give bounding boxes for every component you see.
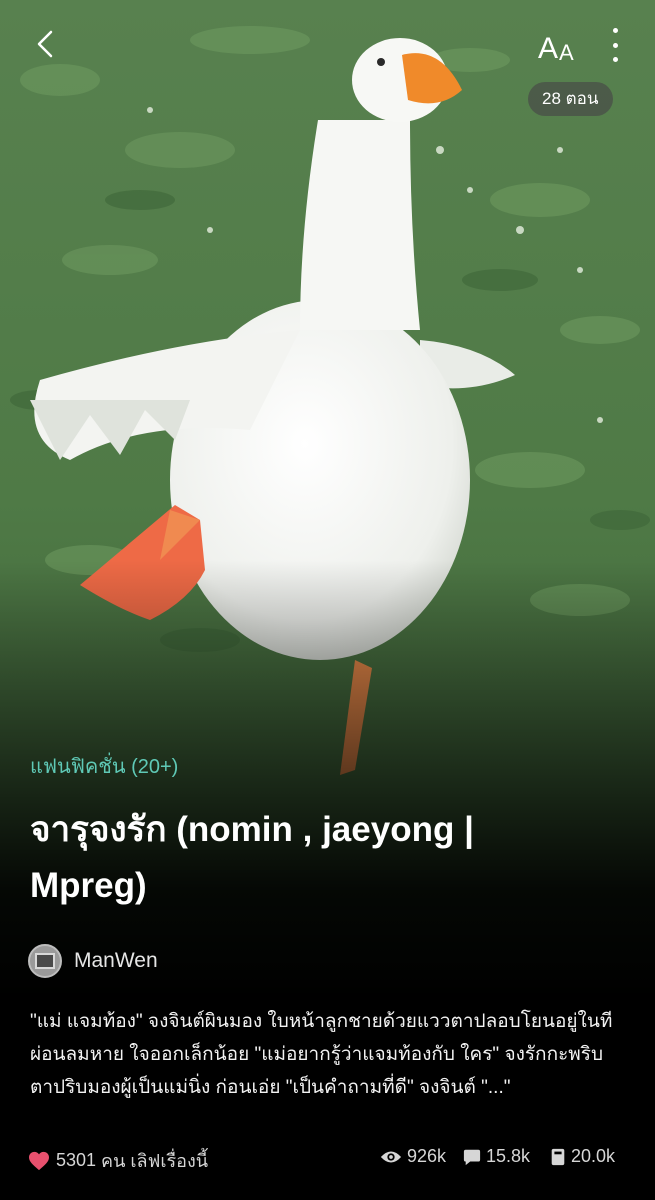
comments-stat: 15.8k — [463, 1146, 530, 1167]
stats-bar: 5301 คน เลิฟเรื่องนี้ 926k 15.8k 20.0k — [0, 1146, 655, 1176]
bookmark-icon — [551, 1148, 565, 1165]
more-vertical-icon — [612, 28, 618, 33]
story-synopsis: "แม่ แจมท้อง" จงจินต์ผินมอง ใบหน้าลูกชาย… — [30, 1011, 613, 1098]
comment-icon — [463, 1149, 481, 1165]
saves-stat: 20.0k — [550, 1146, 615, 1167]
eye-icon — [380, 1151, 402, 1162]
like-button[interactable]: 5301 คน เลิฟเรื่องนี้ — [28, 1146, 208, 1175]
font-size-label-large: A — [538, 32, 559, 65]
comments-count: 15.8k — [486, 1146, 531, 1166]
views-stat: 926k — [380, 1146, 446, 1167]
author-avatar — [28, 944, 62, 978]
likes-text: คน เลิฟเรื่องนี้ — [101, 1151, 209, 1171]
back-chevron-icon — [37, 30, 53, 58]
genre-label[interactable]: แฟนฟิคชั่น (20+) — [30, 750, 178, 782]
saves-count: 20.0k — [571, 1146, 616, 1166]
heart-icon — [29, 1151, 49, 1170]
back-button[interactable] — [28, 24, 62, 64]
story-detail-screen: A A 28 ตอน แฟนฟิคชั่น (20+) จารุจงรัก (n… — [0, 0, 655, 1200]
font-size-button[interactable]: A A — [538, 24, 574, 64]
author-name: ManWen — [74, 949, 158, 972]
likes-count: 5301 — [56, 1150, 97, 1170]
story-title: จารุจงรัก (nomin , jaeyong | Mpreg) — [30, 810, 474, 905]
font-size-label-small: A — [559, 40, 574, 65]
more-options-button[interactable] — [602, 28, 628, 62]
views-count: 926k — [407, 1146, 447, 1166]
author-row[interactable]: ManWen — [28, 944, 158, 978]
episodes-badge: 28 ตอน — [528, 82, 613, 116]
